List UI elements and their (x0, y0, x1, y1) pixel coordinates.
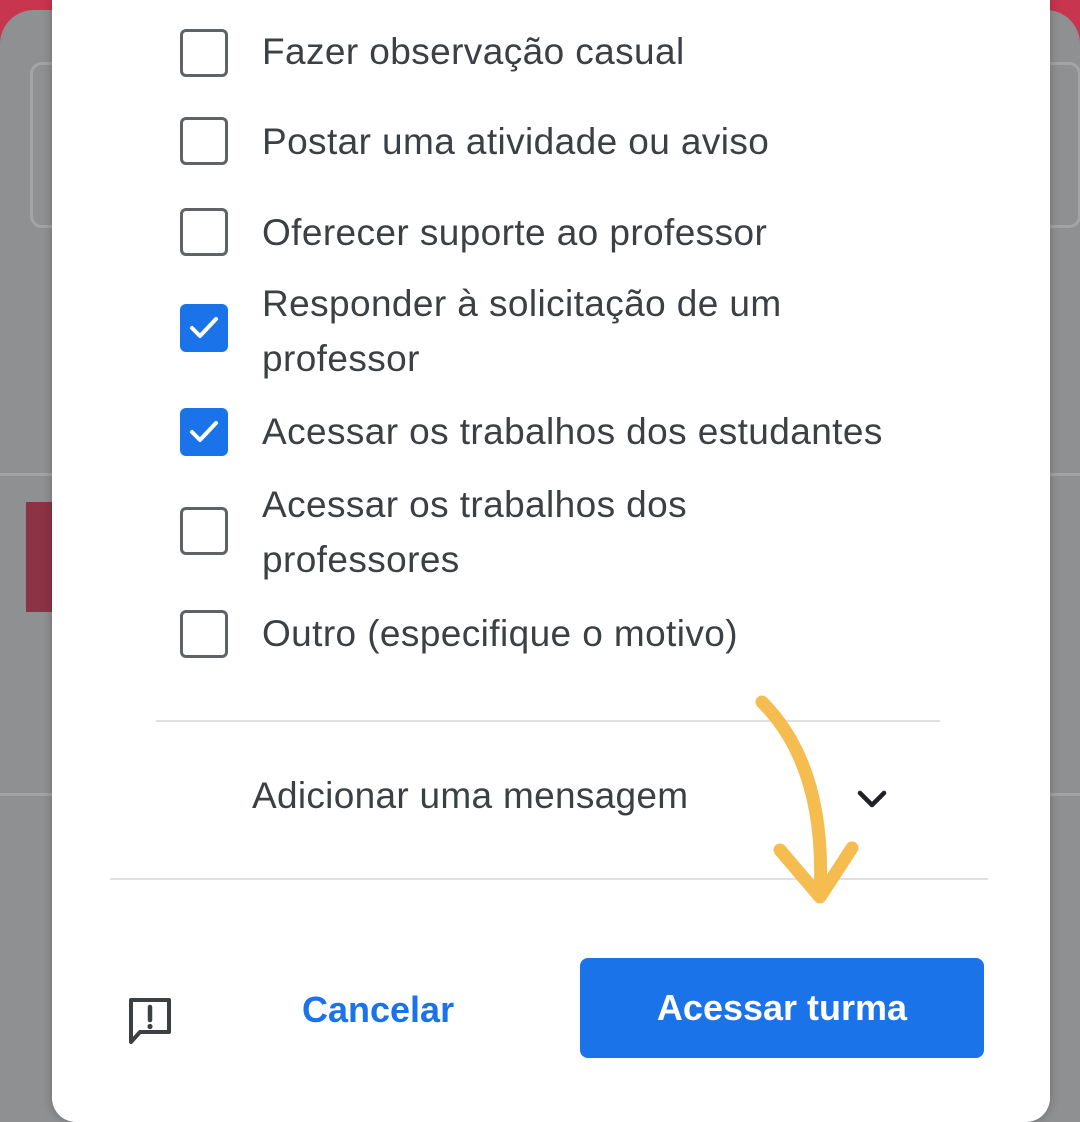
background-divider (0, 793, 52, 796)
access-class-dialog: Fazer observação casual Postar uma ativi… (52, 0, 1050, 1122)
add-message-label: Adicionar uma mensagem (252, 775, 689, 816)
cancel-button[interactable]: Cancelar (302, 980, 502, 1040)
background-divider (0, 473, 52, 476)
option-label-line1: Responder à solicitação de um (262, 283, 782, 324)
checkbox[interactable] (180, 208, 228, 256)
option-label: Acessar os trabalhos dos estudantes (262, 411, 883, 452)
option-label: Fazer observação casual (262, 31, 685, 72)
checkbox-checked[interactable] (180, 304, 228, 352)
option-label: Postar uma atividade ou aviso (262, 121, 770, 162)
checkmark-icon (190, 317, 218, 338)
checkbox-checked[interactable] (180, 408, 228, 456)
option-label: Oferecer suporte ao professor (262, 212, 768, 253)
checkbox[interactable] (180, 507, 228, 555)
option-label-line2: professores (262, 539, 460, 580)
background-divider (1050, 793, 1080, 796)
background-divider (1050, 473, 1080, 476)
checkbox[interactable] (180, 610, 228, 658)
feedback-icon[interactable] (124, 990, 176, 1050)
checkbox[interactable] (180, 117, 228, 165)
option-label-line1: Acessar os trabalhos dos (262, 484, 688, 525)
access-class-button[interactable]: Acessar turma (580, 958, 984, 1058)
annotation-arrow-icon (755, 695, 859, 904)
checkbox[interactable] (180, 29, 228, 77)
checkmark-icon (190, 421, 218, 442)
option-label-line2: professor (262, 338, 420, 379)
option-label: Outro (especifique o motivo) (262, 613, 738, 654)
